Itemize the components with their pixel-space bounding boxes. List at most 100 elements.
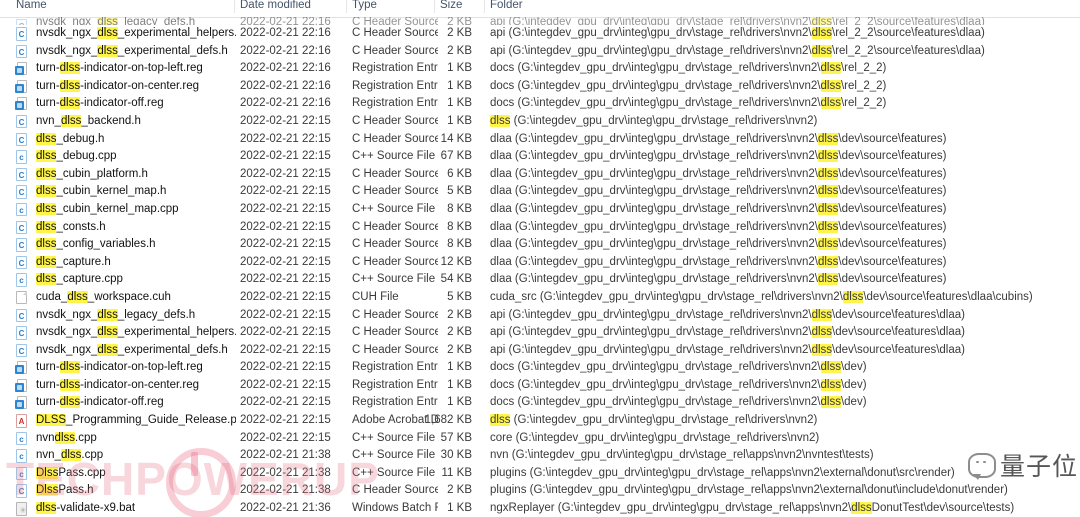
file-explorer-results-pane: Name Date modified Type Size Folder Cnvs… [0, 0, 1080, 517]
folder-path-cell: dlaa (G:\integdev_gpu_drv\integ\gpu_drv\… [490, 273, 947, 286]
search-term-highlight: dlss [36, 255, 57, 268]
table-row[interactable]: Cdlss_consts.h 2022-02-21 22:15 C Header S… [0, 219, 1080, 237]
c-header-file-icon: C [16, 44, 29, 59]
table-row[interactable]: Cnvsdk_ngx_dlss_legacy_defs.h2022-02-21 … [0, 17, 1080, 25]
c-header-file-icon: C [16, 308, 29, 323]
table-row[interactable]: cuda_dlss_workspace.cuh 2022-02-21 22:15 C… [0, 289, 1080, 307]
search-term-highlight: dlss [820, 62, 841, 75]
table-row[interactable]: A DLSS_Programming_Guide_Release.pdf 2022-… [0, 412, 1080, 430]
table-row[interactable]: Cnvsdk_ngx_dlss_experimental_helpers.h 20… [0, 25, 1080, 43]
search-term-highlight: dlss [842, 290, 864, 303]
file-size-cell: 1,682 KB [424, 414, 472, 427]
search-term-highlight: Dlss [36, 484, 59, 497]
table-row[interactable]: turn-dlss-indicator-on-top-left.reg 2022-… [0, 60, 1080, 78]
c-header-file-icon: C [16, 167, 29, 182]
file-name-cell: turn-dlss-indicator-on-top-left.reg [36, 361, 203, 374]
file-size-cell: 1 KB [447, 502, 472, 515]
folder-path-cell: dlaa (G:\integdev_gpu_drv\integ\gpu_drv\… [490, 220, 947, 233]
search-term-highlight: dlss [36, 202, 57, 215]
folder-path-cell: dlaa (G:\integdev_gpu_drv\integ\gpu_drv\… [490, 238, 947, 251]
folder-path-cell: dlss (G:\integdev_gpu_drv\integ\gpu_drv\… [490, 114, 818, 127]
search-term-highlight: dlss [59, 361, 81, 374]
table-row[interactable]: c dlss_capture.cpp 2022-02-21 22:15 C++ Sou… [0, 271, 1080, 289]
folder-path-cell: ngxReplayer (G:\integdev_gpu_drv\integ\g… [490, 502, 1015, 515]
search-term-highlight: dlss [97, 17, 118, 25]
c-header-file-icon: C [16, 238, 29, 252]
search-term-highlight: dlss [820, 396, 841, 409]
search-term-highlight: dlss [817, 202, 839, 215]
date-modified-cell: 2022-02-21 22:15 [240, 308, 331, 321]
table-row[interactable]: Cnvsdk_ngx_dlss_legacy_defs.h2022-02-21 … [0, 307, 1080, 325]
search-term-highlight: dlss [59, 396, 81, 409]
column-header-date-modified[interactable]: Date modified [240, 0, 346, 11]
c-header-file-icon: C [16, 114, 29, 129]
file-name-cell: nvndlss.cpp [36, 431, 97, 444]
column-header-size[interactable]: Size [440, 0, 482, 11]
table-row[interactable]: Cnvn_dlss_backend.h 2022-02-21 22:15 C Hea… [0, 113, 1080, 131]
file-list[interactable]: Cnvsdk_ngx_dlss_legacy_defs.h 2022-02-21 … [0, 17, 1080, 517]
search-term-highlight: dlss [817, 273, 839, 286]
column-header-type[interactable]: Type [352, 0, 432, 11]
date-modified-cell: 2022-02-21 22:16 [240, 27, 331, 39]
file-size-cell: 30 KB [440, 449, 472, 462]
column-divider[interactable] [484, 0, 485, 13]
search-term-highlight: dlss [811, 17, 833, 25]
table-row[interactable]: Cdlss_debug.h 2022-02-21 22:15 C Header So… [0, 131, 1080, 149]
table-row[interactable]: Cdlss_cubin_kernel_map.h 2022-02-21 22:15… [0, 183, 1080, 201]
table-row[interactable]: c nvn_dlss.cpp 2022-02-21 21:38 C++ Source … [0, 447, 1080, 465]
table-row[interactable]: turn-dlss-indicator-on-center.reg 2022-02… [0, 377, 1080, 395]
file-name-cell: turn-dlss-indicator-off.reg [36, 396, 164, 409]
folder-path-cell: plugins (G:\integdev_gpu_drv\integ\gpu_d… [490, 484, 1008, 497]
table-row[interactable]: C DlssPass.h 2022-02-21 21:38 C Header Sour… [0, 482, 1080, 500]
search-term-highlight: dlss [817, 238, 839, 251]
table-row[interactable]: turn-dlss-indicator-off.reg 2022-02-21 22… [0, 394, 1080, 412]
file-name-cell: turn-dlss-indicator-on-center.reg [36, 79, 200, 92]
file-size-cell: 12 KB [440, 255, 472, 268]
search-term-highlight: dlss [820, 79, 841, 92]
folder-path-cell: api (G:\integdev_gpu_drv\integ\gpu_drv\s… [490, 343, 965, 356]
file-size-cell: 2 KB [447, 343, 472, 356]
table-row[interactable]: turn-dlss-indicator-off.reg 2022-02-21 22… [0, 95, 1080, 113]
file-name-cell: dlss_debug.cpp [36, 150, 117, 163]
c-header-file-icon: C [16, 220, 29, 235]
table-row[interactable]: Cnvsdk_ngx_dlss_experimental_helpers.h 20… [0, 324, 1080, 342]
date-modified-cell: 2022-02-21 22:15 [240, 167, 331, 180]
search-term-highlight: dlss [60, 449, 82, 462]
table-row[interactable]: turn-dlss-indicator-on-top-left.reg 2022-… [0, 359, 1080, 377]
file-size-cell: 2 KB [447, 27, 472, 39]
file-name-cell: nvsdk_ngx_dlss_experimental_defs.h [36, 44, 228, 57]
table-row[interactable]: turn-dlss-indicator-on-center.reg 2022-02… [0, 78, 1080, 96]
search-term-highlight: dlss [36, 167, 57, 180]
table-row[interactable]: Cdlss_config_variables.h 2022-02-21 22:15… [0, 236, 1080, 254]
column-header-folder[interactable]: Folder [490, 0, 790, 11]
search-term-highlight: dlss [820, 378, 841, 391]
file-size-cell: 14 KB [440, 132, 472, 145]
file-size-cell: 2 KB [447, 484, 472, 497]
table-row[interactable]: c nvndlss.cpp 2022-02-21 22:15 C++ Source F… [0, 430, 1080, 448]
file-size-cell: 5 KB [447, 290, 472, 303]
table-row[interactable]: c DlssPass.cpp 2022-02-21 21:38 C++ Source … [0, 465, 1080, 483]
search-term-highlight: dlss [36, 238, 57, 251]
table-row[interactable]: Cdlss_cubin_platform.h 2022-02-21 22:15 C … [0, 166, 1080, 184]
date-modified-cell: 2022-02-21 22:16 [240, 44, 331, 57]
folder-path-cell: docs (G:\integdev_gpu_drv\integ\gpu_drv\… [490, 79, 887, 92]
date-modified-cell: 2022-02-21 22:15 [240, 290, 331, 303]
table-row[interactable]: Cnvsdk_ngx_dlss_experimental_defs.h 2022-… [0, 342, 1080, 360]
file-size-cell: 5 KB [447, 185, 472, 198]
table-row[interactable]: Cnvsdk_ngx_dlss_experimental_defs.h 2022-… [0, 43, 1080, 61]
search-term-highlight: dlss [817, 167, 839, 180]
file-size-cell: 2 KB [447, 326, 472, 339]
column-divider[interactable] [234, 0, 235, 13]
c-header-file-icon: C [16, 326, 29, 340]
table-row[interactable]: Cdlss_capture.h 2022-02-21 22:15 C Header … [0, 254, 1080, 272]
search-term-highlight: dlss [811, 326, 833, 339]
column-header-name[interactable]: Name [16, 0, 226, 11]
date-modified-cell: 2022-02-21 22:15 [240, 220, 331, 233]
column-divider[interactable] [434, 0, 435, 13]
table-row[interactable]: c dlss_debug.cpp 2022-02-21 22:15 C++ Sourc… [0, 148, 1080, 166]
table-row[interactable]: dlss-validate-x9.bat 2022-02-21 21:36 Wind… [0, 500, 1080, 517]
table-row[interactable]: c dlss_cubin_kernel_map.cpp 2022-02-21 22:… [0, 201, 1080, 219]
column-header-row: Name Date modified Type Size Folder [0, 0, 1080, 18]
folder-path-cell: cuda_src (G:\integdev_gpu_drv\integ\gpu_… [490, 290, 1033, 303]
column-divider[interactable] [346, 0, 347, 13]
